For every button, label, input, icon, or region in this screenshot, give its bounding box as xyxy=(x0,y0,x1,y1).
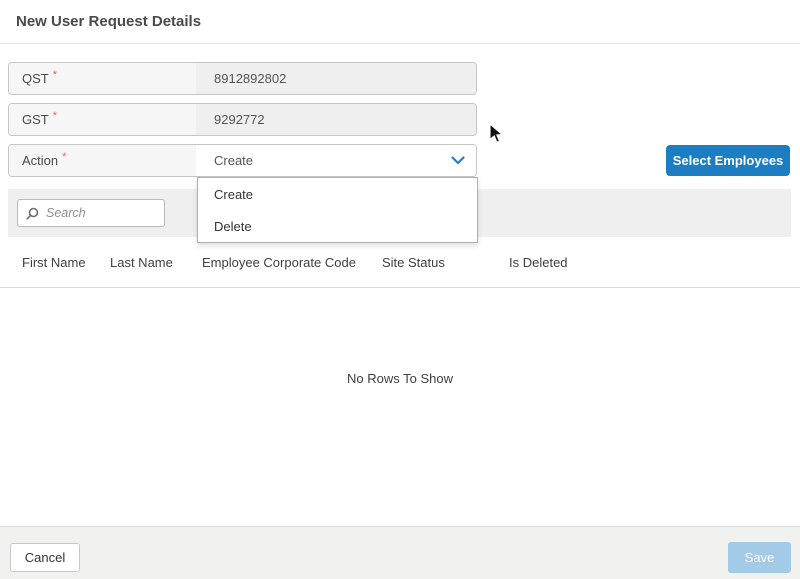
dropdown-option-delete[interactable]: Delete xyxy=(198,210,477,242)
qst-input[interactable]: 8912892802 xyxy=(196,63,476,94)
save-button[interactable]: Save xyxy=(728,542,791,573)
column-header-employee-corporate-code[interactable]: Employee Corporate Code xyxy=(202,237,356,287)
search-icon xyxy=(26,207,39,220)
required-asterisk: * xyxy=(62,151,66,163)
gst-input[interactable]: 9292772 xyxy=(196,104,476,135)
qst-field-row: QST * 8912892802 xyxy=(8,62,477,95)
action-select-value: Create xyxy=(214,153,253,168)
action-dropdown-popup: Create Delete xyxy=(197,177,478,243)
column-header-is-deleted[interactable]: Is Deleted xyxy=(509,237,568,287)
gst-label: GST * xyxy=(9,104,196,135)
search-box[interactable] xyxy=(17,199,165,227)
gst-field-row: GST * 9292772 xyxy=(8,103,477,136)
empty-table-message: No Rows To Show xyxy=(0,371,800,386)
required-asterisk: * xyxy=(53,69,57,81)
qst-label-text: QST xyxy=(22,71,49,86)
required-asterisk: * xyxy=(53,110,57,122)
cancel-button[interactable]: Cancel xyxy=(10,543,80,572)
action-label-text: Action xyxy=(22,153,58,168)
table-header-row: First Name Last Name Employee Corporate … xyxy=(0,237,800,288)
mouse-cursor-icon xyxy=(489,123,504,149)
gst-label-text: GST xyxy=(22,112,49,127)
column-header-last-name[interactable]: Last Name xyxy=(110,237,173,287)
action-label: Action * xyxy=(9,145,196,176)
chevron-down-icon xyxy=(450,153,466,169)
qst-label: QST * xyxy=(9,63,196,94)
new-user-request-details-page: New User Request Details QST * 891289280… xyxy=(0,0,800,579)
footer-bar: Cancel Save xyxy=(0,526,800,579)
column-header-site-status[interactable]: Site Status xyxy=(382,237,445,287)
column-header-first-name[interactable]: First Name xyxy=(22,237,86,287)
page-title: New User Request Details xyxy=(16,13,201,30)
select-employees-button[interactable]: Select Employees xyxy=(666,145,790,176)
title-divider xyxy=(0,43,800,44)
search-input[interactable] xyxy=(46,206,156,220)
dropdown-option-create[interactable]: Create xyxy=(198,178,477,210)
action-field-row: Action * Create xyxy=(8,144,477,177)
action-select[interactable]: Create xyxy=(196,145,476,176)
